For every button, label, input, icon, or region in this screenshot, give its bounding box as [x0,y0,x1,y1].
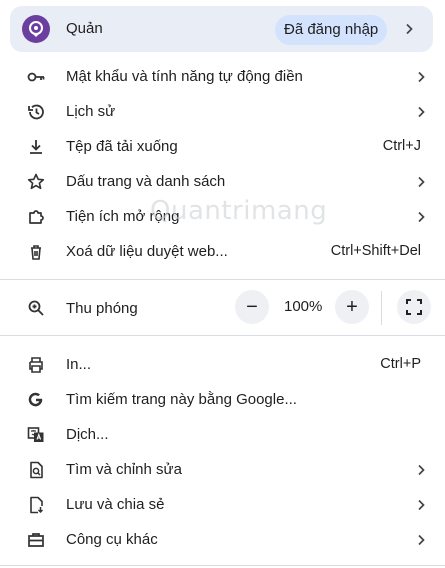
printer-icon [29,357,43,373]
avatar [22,15,50,43]
menu-item-clear-data[interactable]: Xoá dữ liệu duyệt web... Ctrl+Shift+Del [0,234,445,269]
menu-item-history[interactable]: Lịch sử [0,94,445,129]
menu-item-label: Lịch sử [66,103,116,120]
key-icon [27,72,45,82]
find-page-icon [30,461,43,479]
history-icon [28,104,44,120]
menu-item-passwords[interactable]: Mật khẩu và tính năng tự động điền [0,59,445,94]
divider [0,565,445,566]
zoom-row: Thu phóng − 100% + [0,288,445,328]
menu-item-label: Dấu trang và danh sách [66,173,226,190]
google-icon [28,392,43,407]
shortcut-label: Ctrl+J [382,138,421,154]
menu-item-label: Tìm và chỉnh sửa [66,461,182,478]
menu-item-find-edit[interactable]: Tìm và chỉnh sửa [0,452,445,487]
chevron-right-icon [418,106,425,118]
signed-in-badge: Đã đăng nhập [275,15,388,45]
divider [381,291,382,325]
menu-item-label: Mật khẩu và tính năng tự động điền [66,68,303,85]
menu-item-downloads[interactable]: Tệp đã tải xuống Ctrl+J [0,129,445,164]
save-page-icon [30,496,44,514]
chevron-right-icon [418,499,425,511]
puzzle-icon [29,210,44,224]
menu-item-save-share[interactable]: Lưu và chia sẻ [0,487,445,522]
fullscreen-icon [406,299,422,315]
zoom-in-button[interactable]: + [335,290,369,324]
menu-item-label: Tìm kiếm trang này bằng Google... [66,391,297,408]
shortcut-label: Ctrl+P [380,356,421,372]
chevron-right-icon [418,534,425,546]
menu-item-print[interactable]: In... Ctrl+P [0,347,445,382]
menu-item-label: In... [66,356,92,373]
zoom-level: 100% [284,298,323,315]
divider [0,335,445,336]
chevron-right-icon [418,464,425,476]
download-icon [30,140,42,154]
trash-icon [31,245,41,260]
menu-item-label: Xoá dữ liệu duyệt web... [66,243,228,260]
menu-item-bookmarks[interactable]: Dấu trang và danh sách [0,164,445,199]
zoom-out-button[interactable]: − [235,290,269,324]
chevron-right-icon [418,211,425,223]
divider [0,279,445,280]
zoom-icon [28,300,44,316]
chevron-right-icon [406,23,413,35]
fullscreen-button[interactable] [397,290,431,324]
profile-name: Quản [66,20,103,37]
zoom-label: Thu phóng [66,300,138,317]
menu-item-label: Tệp đã tải xuống [66,138,178,155]
menu-item-translate[interactable]: Dịch... [0,417,445,452]
menu-item-label: Công cụ khác [66,531,158,548]
menu-item-label: Dịch... [66,426,109,443]
menu-item-label: Tiện ích mở rộng [66,208,180,225]
menu-item-label: Lưu và chia sẻ [66,496,165,513]
translate-icon [27,427,44,442]
chevron-right-icon [418,176,425,188]
star-icon [27,173,45,190]
menu-item-extensions[interactable]: Tiện ích mở rộng [0,199,445,234]
menu-item-more-tools[interactable]: Công cụ khác [0,522,445,557]
shortcut-label: Ctrl+Shift+Del [330,243,421,259]
menu-item-search-google[interactable]: Tìm kiếm trang này bằng Google... [0,382,445,417]
profile-row[interactable]: Quản Đã đăng nhập [10,6,433,52]
avatar-icon [29,21,43,37]
toolbox-icon [28,533,44,547]
chevron-right-icon [418,71,425,83]
